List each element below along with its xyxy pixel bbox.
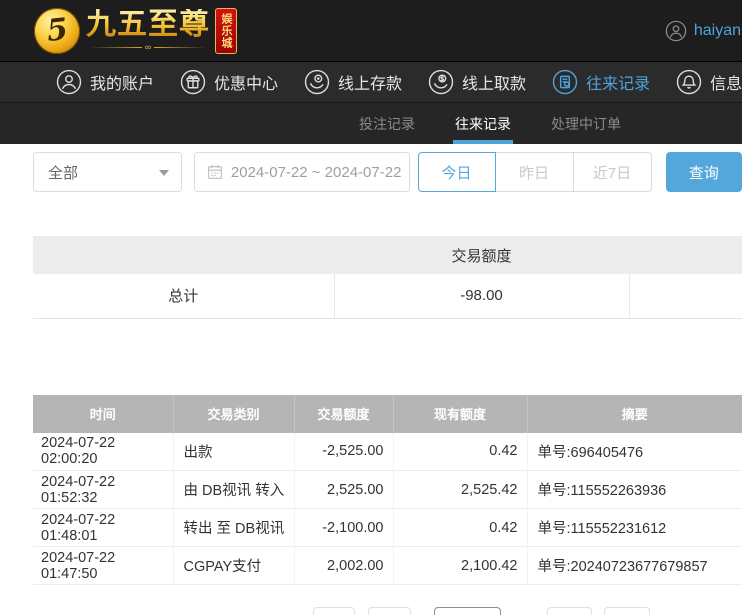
table-row: 2024-07-22 02:00:20 出款 -2,525.00 0.42 单号… [33,432,742,471]
nav-label: 信息中心 [710,76,742,93]
cell-type: 出款 [172,432,294,471]
subnav-tab-bet-records[interactable]: 投注记录 [357,103,417,144]
summary-total-label: 总计 [33,274,334,319]
cell-type: 由 DB视讯 转入 [172,470,294,509]
records-icon [552,69,578,95]
summary-header-row: 交易额度 [33,236,742,274]
filter-bar: 全部 2024-07-22 ~ 2024-07-22 今日 昨日 近7日 查询 [0,152,742,192]
username-link[interactable]: haiyan [694,22,741,40]
sub-nav: 投注记录 往来记录 处理中订单 [0,103,742,144]
cell-amount: 2,525.00 [293,470,393,509]
nav-item-transactions[interactable]: 往来记录 [552,69,650,95]
transactions-header-row: 时间 交易类别 交易额度 现有额度 摘要 [33,394,742,433]
cell-balance: 0.42 [392,432,527,471]
user-box: haiyan [665,0,742,62]
page: 5 九五至尊 ∞ 娱乐城 haiyan 我的账户 优惠中心 线上存款 线上取款 … [0,0,742,615]
pagination-first-button[interactable] [313,607,355,615]
subnav-tab-pending-orders[interactable]: 处理中订单 [549,103,623,144]
transactions-table: 时间 交易类别 交易额度 现有额度 摘要 2024-07-22 02:00:20… [33,394,742,585]
summary-table: 交易额度 总计 -98.00 [33,236,742,319]
col-header-type: 交易类别 [172,394,294,433]
pagination-last-button[interactable] [604,607,650,615]
gift-icon [180,69,206,95]
cell-memo: 单号:115552263936 [526,470,742,509]
nav-label: 线上存款 [338,76,403,93]
type-select-value: 全部 [48,164,79,182]
date-range-value: 2024-07-22 ~ 2024-07-22 [230,163,402,181]
cell-amount: -2,525.00 [293,432,393,471]
summary-total-row: 总计 -98.00 [33,274,742,319]
site-header: 5 九五至尊 ∞ 娱乐城 haiyan [0,0,742,62]
col-header-memo: 摘要 [526,394,742,433]
summary-header-empty2 [629,236,742,274]
nav-label: 往来记录 [586,76,651,93]
site-logo[interactable]: 5 九五至尊 ∞ 娱乐城 [34,7,237,54]
logo-coin-icon: 5 [34,7,80,54]
col-header-time: 时间 [33,394,173,433]
cell-type: 转出 至 DB视讯 [172,508,294,547]
cell-balance: 2,525.42 [392,470,527,509]
cell-time: 2024-07-22 01:47:50 [33,546,173,585]
withdraw-icon [428,69,454,95]
cell-time: 2024-07-22 01:52:32 [33,470,173,509]
summary-total-empty [628,274,742,319]
bell-icon [676,69,702,95]
logo-title: 九五至尊 [86,7,210,42]
calendar-icon [207,165,222,180]
avatar-icon [665,20,687,42]
summary-header-empty [33,236,334,274]
logo-flourish: ∞ [89,42,208,52]
cell-balance: 0.42 [392,508,527,547]
summary-header-amount: 交易额度 [334,236,629,274]
pagination-next-button[interactable] [547,607,592,615]
quick-range-last7days-button[interactable]: 近7日 [573,152,652,192]
nav-item-deposit[interactable]: 线上存款 [304,69,402,95]
logo-badge: 娱乐城 [215,7,237,54]
col-header-balance: 现有额度 [392,394,527,433]
summary-total-value: -98.00 [333,274,629,319]
nav-label: 线上取款 [462,76,527,93]
quick-range-today-button[interactable]: 今日 [417,152,496,192]
nav-item-messages[interactable]: 信息中心 [676,69,742,95]
type-select[interactable]: 全部 [33,152,182,192]
cell-memo: 单号:115552231612 [526,508,742,547]
deposit-icon [304,69,330,95]
nav-item-promotions[interactable]: 优惠中心 [180,69,278,95]
date-range-input[interactable]: 2024-07-22 ~ 2024-07-22 [193,152,410,192]
table-row: 2024-07-22 01:47:50 CGPAY支付 2,002.00 2,1… [33,546,742,585]
subnav-tab-transaction-records[interactable]: 往来记录 [453,103,513,144]
nav-item-my-account[interactable]: 我的账户 [56,69,154,95]
cell-type: CGPAY支付 [172,546,294,585]
pagination-prev-button[interactable] [368,607,411,615]
table-row: 2024-07-22 01:48:01 转出 至 DB视讯 -2,100.00 … [33,508,742,547]
cell-balance: 2,100.42 [392,546,527,585]
user-icon [56,69,82,95]
cell-memo: 单号:20240723677679857 [526,546,742,585]
table-row: 2024-07-22 01:52:32 由 DB视讯 转入 2,525.00 2… [33,470,742,509]
chevron-down-icon [158,170,169,176]
col-header-amount: 交易额度 [293,394,393,433]
cell-amount: 2,002.00 [293,546,393,585]
search-button[interactable]: 查询 [665,152,742,192]
pagination-page-select[interactable] [434,607,501,615]
quick-range-group: 今日 昨日 近7日 [417,152,652,192]
logo-wordmark: 九五至尊 ∞ [86,9,210,52]
cell-time: 2024-07-22 02:00:20 [33,432,173,471]
nav-item-withdraw[interactable]: 线上取款 [428,69,526,95]
nav-label: 我的账户 [90,76,155,93]
cell-memo: 单号:696405476 [526,432,742,471]
nav-label: 优惠中心 [214,76,279,93]
main-nav: 我的账户 优惠中心 线上存款 线上取款 往来记录 信息 [0,62,742,103]
cell-amount: -2,100.00 [293,508,393,547]
quick-range-yesterday-button[interactable]: 昨日 [495,152,574,192]
cell-time: 2024-07-22 01:48:01 [33,508,173,547]
